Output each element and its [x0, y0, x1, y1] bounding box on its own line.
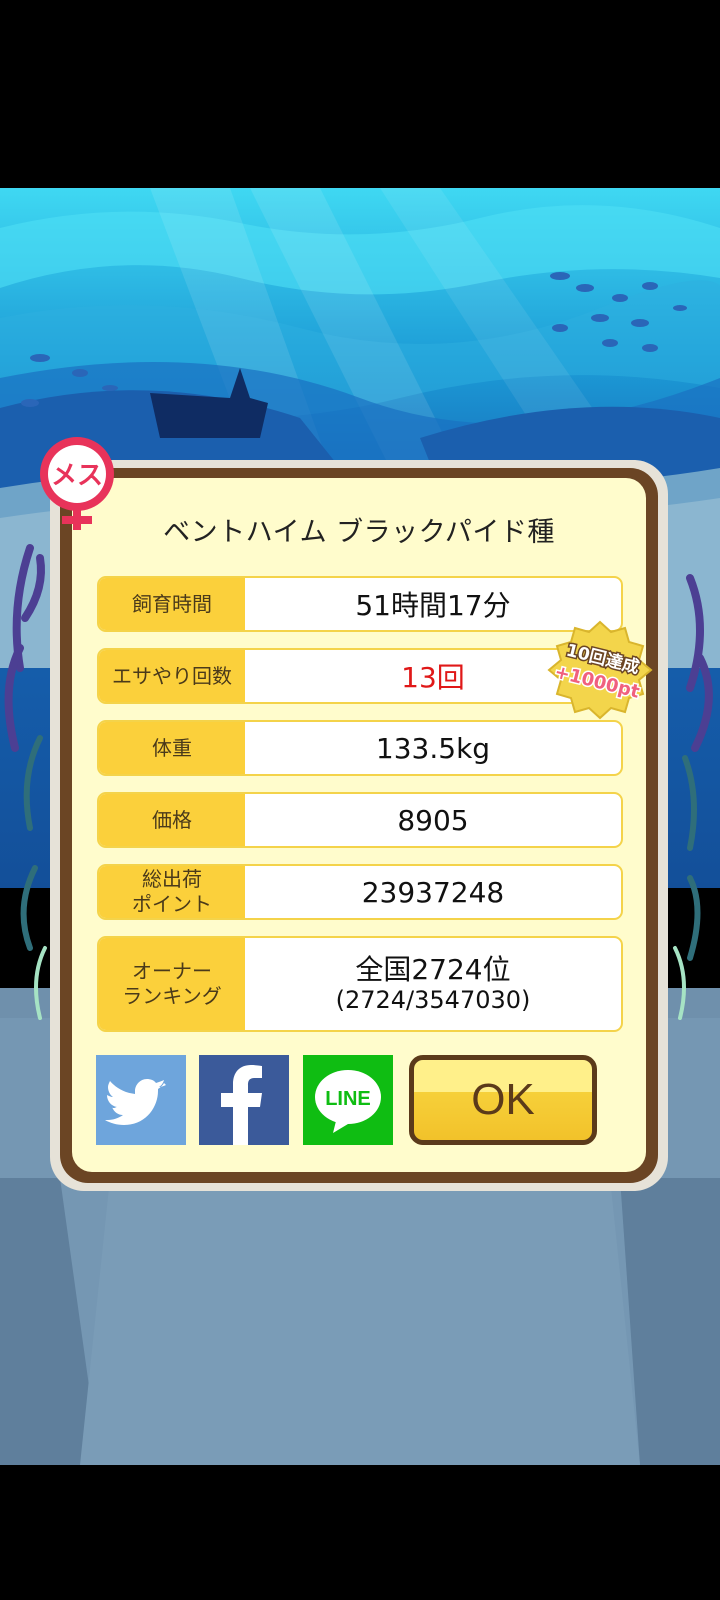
twitter-share-button[interactable] [96, 1055, 186, 1145]
stat-value: 23937248 [361, 875, 505, 909]
line-logo-icon: LINE [315, 1070, 381, 1133]
line-share-button[interactable]: LINE [303, 1055, 393, 1145]
achievement-badge: 10回達成 +1000pt [547, 620, 653, 720]
stat-row-price: 価格 8905 [97, 792, 623, 848]
facebook-f-icon [221, 1065, 262, 1145]
facebook-share-button[interactable] [199, 1055, 289, 1145]
stat-value: 133.5kg [375, 731, 491, 765]
ranking-detail: (2724/3547030) [335, 986, 531, 1015]
ranking-value: 全国2724位 [355, 952, 511, 986]
stat-label: 総出荷 ポイント [99, 866, 245, 918]
stat-label: 価格 [99, 794, 245, 846]
line-label: LINE [325, 1088, 371, 1110]
stat-label: 飼育時間 [99, 578, 245, 630]
twitter-bird-icon [105, 1079, 166, 1125]
stat-value: 全国2724位 (2724/3547030) [245, 938, 621, 1030]
stat-row-total-shipment-points: 総出荷 ポイント 23937248 [97, 864, 623, 920]
stat-row-weight: 体重 133.5kg [97, 720, 623, 776]
stat-value: 8905 [397, 803, 469, 837]
stat-label: エサやり回数 [99, 650, 245, 702]
ok-button[interactable]: OK [409, 1055, 597, 1145]
fish-name-title: ベントハイム ブラックパイド種 [163, 517, 555, 548]
stat-row-owner-ranking: オーナー ランキング 全国2724位 (2724/3547030) [97, 936, 623, 1032]
stat-label: 体重 [99, 722, 245, 774]
sex-label: メス [51, 461, 103, 491]
stat-label: オーナー ランキング [99, 938, 245, 1030]
